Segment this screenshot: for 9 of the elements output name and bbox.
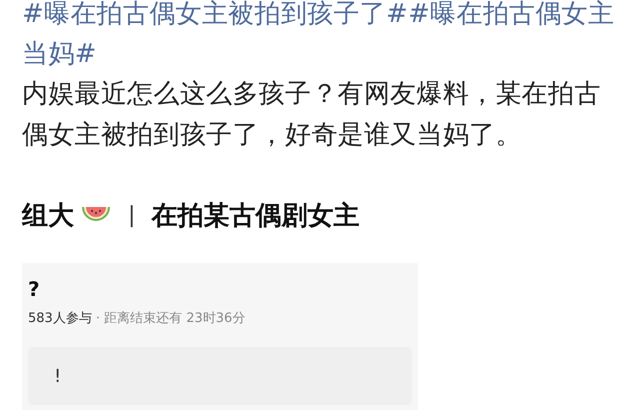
poll-option[interactable]: ! bbox=[28, 347, 412, 405]
participant-count: 583人参与 bbox=[28, 310, 92, 327]
separator: | bbox=[128, 203, 136, 228]
deadline-text: · 距离结束还有 23时36分 bbox=[96, 310, 246, 327]
poll-question: ? bbox=[28, 277, 41, 301]
article-title: 在拍某古偶剧女主 bbox=[151, 200, 360, 233]
post-text: 内娱最近怎么这么多孩子？有网友爆料，某在拍古偶女主被拍到孩子了，好奇是谁又当妈了。 bbox=[22, 78, 602, 152]
author-name: 组大 bbox=[22, 200, 74, 233]
hashtag-links[interactable]: #曝在拍古偶女主被拍到孩子了##曝在拍古偶女主当妈# bbox=[22, 0, 622, 74]
